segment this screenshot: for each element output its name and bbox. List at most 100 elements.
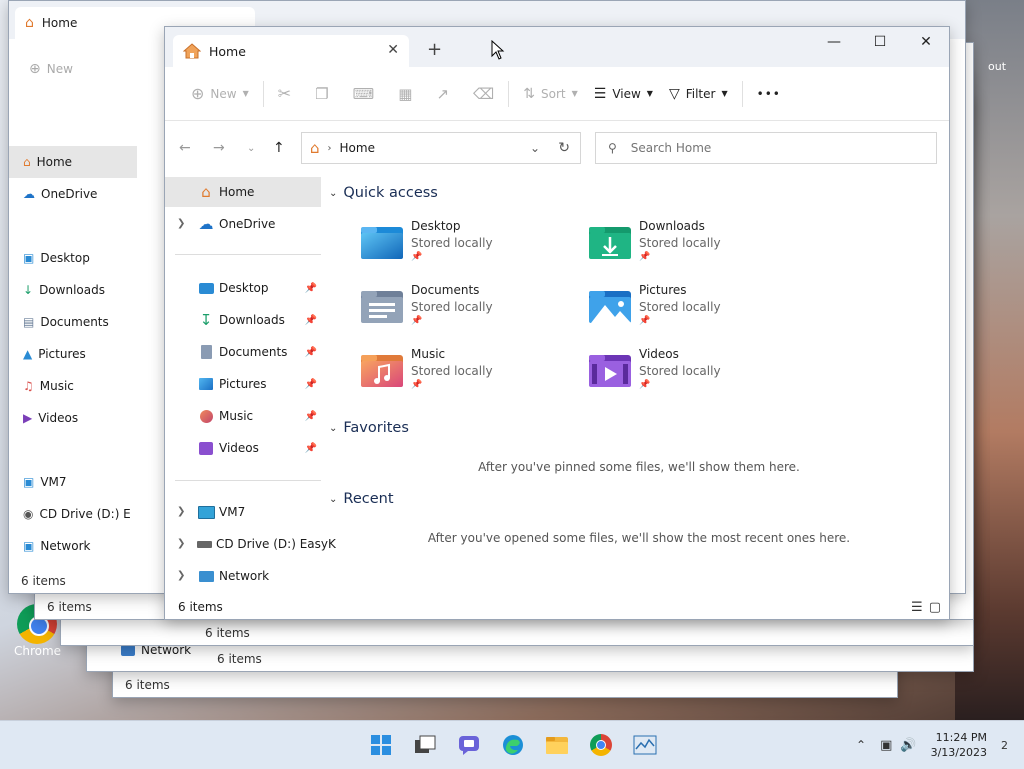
recent-locations-chevron-icon[interactable]: ⌄ <box>247 143 255 154</box>
toolbar-divider <box>262 80 264 107</box>
new-button[interactable]: ⊕ New ▼ <box>183 77 257 111</box>
nav-vm7[interactable]: VM7 <box>165 497 321 527</box>
paste-button[interactable]: ⌨ <box>345 77 383 111</box>
nav-videos[interactable]: ▶ Videos <box>9 402 137 434</box>
status-bar: 6 items <box>125 678 170 692</box>
view-button[interactable]: ☰ View ▼ <box>586 77 661 111</box>
pin-icon: 📌 <box>411 380 423 390</box>
minimize-button[interactable]: — <box>811 27 857 57</box>
nav-documents[interactable]: Documents 📌 <box>165 337 321 367</box>
refresh-icon[interactable]: ↻ <box>558 140 570 156</box>
download-icon: ↓ <box>23 283 34 297</box>
scissors-icon: ✂ <box>277 84 292 103</box>
new-tab-button[interactable]: + <box>427 39 442 60</box>
pin-icon: 📌 <box>639 380 651 390</box>
quick-access-desktop[interactable]: Desktop Stored locally 📌 <box>359 219 579 277</box>
nav-onedrive[interactable]: ☁ OneDrive <box>165 209 321 239</box>
search-input[interactable] <box>628 140 913 156</box>
nav-divider <box>175 480 321 481</box>
recent-header[interactable]: ⌄ Recent <box>329 491 394 507</box>
quick-access-documents[interactable]: Documents Stored locally 📌 <box>359 283 579 341</box>
share-button[interactable]: ↗ <box>428 77 457 111</box>
nav-documents[interactable]: ▤ Documents <box>9 306 137 338</box>
volume-icon[interactable]: 🔊 <box>900 738 916 753</box>
nav-desktop[interactable]: Desktop 📌 <box>165 273 321 303</box>
pin-icon[interactable]: 📌 <box>305 315 317 326</box>
address-dropdown-icon[interactable]: ⌄ <box>530 141 540 155</box>
nav-cddrive[interactable]: ◉ CD Drive (D:) E <box>9 498 137 530</box>
copy-icon: ❐ <box>315 84 329 103</box>
maximize-button[interactable]: ☐ <box>857 27 903 57</box>
forward-arrow-icon[interactable]: → <box>213 140 225 156</box>
plus-circle-icon: ⊕ <box>29 61 41 77</box>
favorites-header[interactable]: ⌄ Favorites <box>329 420 409 436</box>
up-arrow-icon[interactable]: ↑ <box>273 140 285 156</box>
explorer-window[interactable]: Home ✕ + — ☐ ✕ ⊕ New ▼ ✂ ❐ ⌨ ▦ ↗ ⌫ ⇅ Sor… <box>164 26 950 620</box>
nav-desktop[interactable]: ▣ Desktop <box>9 242 137 274</box>
nav-cddrive[interactable]: CD Drive (D:) EasyK <box>165 529 336 559</box>
breadcrumb-home[interactable]: Home <box>340 141 375 155</box>
nav-home[interactable]: ⌂ Home <box>165 177 321 207</box>
back-arrow-icon[interactable]: ← <box>179 140 191 156</box>
nav-downloads[interactable]: ↧ Downloads 📌 <box>165 305 321 335</box>
nav-onedrive[interactable]: ☁ OneDrive <box>9 178 137 210</box>
chrome-button[interactable] <box>588 733 614 757</box>
quick-access-downloads[interactable]: Downloads Stored locally 📌 <box>587 219 807 277</box>
nav-downloads[interactable]: ↓ Downloads <box>9 274 137 306</box>
details-view-icon[interactable]: ☰ <box>911 600 923 615</box>
pin-icon[interactable]: 📌 <box>305 411 317 422</box>
task-view-button[interactable] <box>412 733 438 757</box>
nav-network[interactable]: Network <box>165 561 321 591</box>
more-options-button[interactable]: ••• <box>749 77 789 111</box>
nav-network[interactable]: ▣ Network <box>9 530 137 562</box>
search-box[interactable]: ⚲ <box>595 132 937 164</box>
pictures-icon <box>197 375 215 393</box>
nav-pictures[interactable]: ▲ Pictures <box>9 338 137 370</box>
close-button[interactable]: ✕ <box>903 27 949 57</box>
address-bar[interactable]: ⌂ › Home ⌄ ↻ <box>301 132 581 164</box>
quick-access-header[interactable]: ⌄ Quick access <box>329 185 438 201</box>
nav-music[interactable]: Music 📌 <box>165 401 321 431</box>
chevron-down-icon: ⌄ <box>329 422 338 434</box>
chrome-label: Chrome <box>14 644 62 658</box>
copy-button[interactable]: ❐ <box>307 77 336 111</box>
nav-vm7[interactable]: ▣ VM7 <box>9 466 137 498</box>
start-button[interactable] <box>368 733 394 757</box>
toolbar-divider <box>508 80 510 107</box>
file-explorer-button[interactable] <box>544 733 570 757</box>
pin-icon[interactable]: 📌 <box>305 347 317 358</box>
delete-button[interactable]: ⌫ <box>465 77 502 111</box>
quick-access-music[interactable]: Music Stored locally 📌 <box>359 347 579 405</box>
view-icon: ☰ <box>593 85 607 102</box>
cut-button[interactable]: ✂ <box>270 77 299 111</box>
rename-icon: ▦ <box>398 84 413 103</box>
new-button[interactable]: ⊕ New <box>29 61 73 77</box>
network-icon <box>197 567 215 585</box>
filter-button[interactable]: ▽ Filter ▼ <box>661 77 736 111</box>
download-icon: ↧ <box>199 311 213 329</box>
close-tab-icon[interactable]: ✕ <box>387 42 399 58</box>
tab-home[interactable]: Home ✕ <box>173 35 409 67</box>
task-manager-button[interactable] <box>632 733 658 757</box>
nav-music[interactable]: ♫ Music <box>9 370 137 402</box>
teams-chat-button[interactable] <box>456 733 482 757</box>
tiles-view-icon[interactable]: ▢ <box>929 600 941 615</box>
clock[interactable]: 11:24 PM 3/13/2023 <box>931 730 987 760</box>
network-icon: ▣ <box>23 539 35 553</box>
nav-home[interactable]: ⌂ Home <box>9 146 137 178</box>
pin-icon[interactable]: 📌 <box>305 283 317 294</box>
notification-badge[interactable]: 2 <box>1001 739 1008 752</box>
show-hidden-icons-chevron-icon[interactable]: ⌃ <box>856 738 866 752</box>
cloud-icon: ☁ <box>23 187 35 201</box>
pin-icon[interactable]: 📌 <box>305 379 317 390</box>
nav-videos[interactable]: Videos 📌 <box>165 433 321 463</box>
quick-access-videos[interactable]: Videos Stored locally 📌 <box>587 347 807 405</box>
edge-button[interactable] <box>500 733 526 757</box>
rename-button[interactable]: ▦ <box>390 77 420 111</box>
nav-pictures[interactable]: Pictures 📌 <box>165 369 321 399</box>
quick-access-pictures[interactable]: Pictures Stored locally 📌 <box>587 283 807 341</box>
pin-icon[interactable]: 📌 <box>305 443 317 454</box>
sort-button[interactable]: ⇅ Sort ▼ <box>515 77 586 111</box>
chevron-down-icon: ▼ <box>721 89 728 98</box>
network-status-icon[interactable]: ▣ <box>880 738 892 753</box>
